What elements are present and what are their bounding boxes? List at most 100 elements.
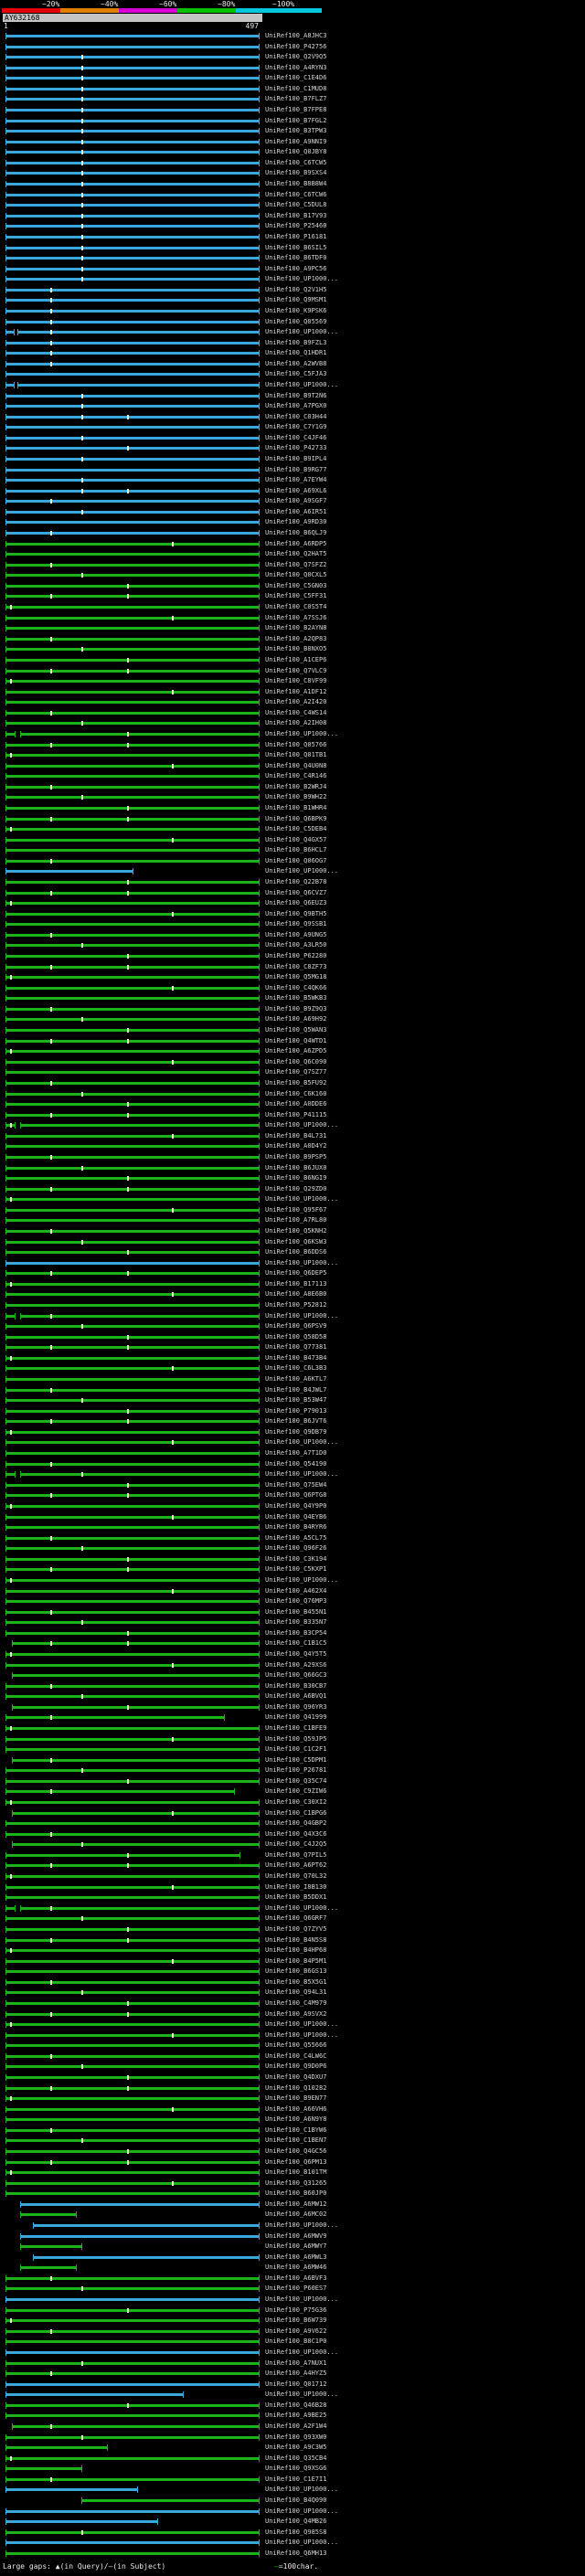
hit-bar[interactable] bbox=[5, 1134, 259, 1138]
hit-row[interactable]: UniRef100_A2WVB8 bbox=[0, 359, 585, 369]
hit-row[interactable]: UniRef100_C9ZIW6 bbox=[0, 1786, 585, 1797]
hit-bar[interactable] bbox=[12, 1674, 259, 1678]
hit-bar[interactable] bbox=[5, 1388, 259, 1392]
hit-label[interactable]: UniRef100_A9UNG5 bbox=[265, 931, 326, 939]
hit-bar[interactable] bbox=[5, 732, 16, 736]
hit-row[interactable]: UniRef100_A9V622 bbox=[0, 2327, 585, 2337]
hit-bar[interactable] bbox=[17, 383, 259, 387]
hit-label[interactable]: UniRef100_Q6KSW3 bbox=[265, 1238, 326, 1246]
hit-label[interactable]: UniRef100_UP1000... bbox=[265, 2486, 338, 2494]
hit-bar[interactable] bbox=[5, 796, 259, 800]
hit-label[interactable]: UniRef100_B7FPE8 bbox=[265, 106, 326, 114]
hit-label[interactable]: UniRef100_C5KXP1 bbox=[265, 1565, 326, 1574]
hit-label[interactable]: UniRef100_B4Q090 bbox=[265, 2496, 326, 2505]
hit-row[interactable]: UniRef100_B9IPL4 bbox=[0, 454, 585, 464]
hit-row[interactable]: UniRef100_B6QLJ9 bbox=[0, 528, 585, 538]
hit-bar[interactable] bbox=[5, 119, 259, 122]
hit-label[interactable]: UniRef100_B17V93 bbox=[265, 212, 326, 220]
hit-label[interactable]: UniRef100_Q7VLC9 bbox=[265, 667, 326, 675]
hit-bar[interactable] bbox=[5, 2097, 259, 2101]
hit-row[interactable]: UniRef100_K9PSK6 bbox=[0, 306, 585, 316]
hit-row[interactable]: UniRef100_C4WS14 bbox=[0, 708, 585, 718]
hit-label[interactable]: UniRef100_A6MWY7 bbox=[265, 2242, 326, 2251]
hit-row[interactable]: UniRef100_UP1000... bbox=[0, 2538, 585, 2548]
hit-row[interactable]: UniRef100_A69XL6 bbox=[0, 486, 585, 496]
hit-bar[interactable] bbox=[5, 87, 259, 90]
hit-label[interactable]: UniRef100_A2QP83 bbox=[265, 635, 326, 643]
hit-label[interactable]: UniRef100_C4LW6C bbox=[265, 2052, 326, 2061]
hit-bar[interactable] bbox=[5, 711, 259, 715]
hit-bar[interactable] bbox=[5, 500, 259, 504]
hit-row[interactable]: UniRef100_Q10282 bbox=[0, 2083, 585, 2094]
hit-label[interactable]: UniRef100_B6SIL5 bbox=[265, 244, 326, 252]
hit-row[interactable]: UniRef100_C7Y1G9 bbox=[0, 422, 585, 432]
hit-row[interactable]: UniRef100_Q2V9Q5 bbox=[0, 52, 585, 62]
hit-bar[interactable] bbox=[5, 2044, 259, 2048]
hit-bar[interactable] bbox=[5, 447, 259, 451]
hit-label[interactable]: UniRef100_A29XS6 bbox=[265, 1661, 326, 1670]
hit-label[interactable]: UniRef100_UP1000... bbox=[265, 2348, 338, 2357]
hit-label[interactable]: UniRef100_C8VF99 bbox=[265, 677, 326, 685]
hit-bar[interactable] bbox=[5, 2118, 259, 2122]
hit-bar[interactable] bbox=[5, 1452, 259, 1456]
hit-label[interactable]: UniRef100_A4HYZ5 bbox=[265, 2369, 326, 2378]
hit-label[interactable]: UniRef100_A0DDE6 bbox=[265, 1100, 326, 1108]
hit-bar[interactable] bbox=[5, 1356, 259, 1360]
hit-bar[interactable] bbox=[81, 2498, 259, 2502]
hit-label[interactable]: UniRef100_Q58D58 bbox=[265, 1333, 326, 1341]
hit-label[interactable]: UniRef100_Q4GC56 bbox=[265, 2147, 326, 2156]
hit-bar[interactable] bbox=[33, 2224, 259, 2228]
hit-row[interactable]: UniRef100_C6TCW5 bbox=[0, 158, 585, 168]
hit-row[interactable]: UniRef100_B17V93 bbox=[0, 211, 585, 221]
hit-label[interactable]: UniRef100_A2WVB8 bbox=[265, 360, 326, 368]
hit-row[interactable]: UniRef100_Q6EUZ3 bbox=[0, 898, 585, 908]
hit-bar[interactable] bbox=[5, 2350, 259, 2354]
hit-label[interactable]: UniRef100_A5CL75 bbox=[265, 1534, 326, 1542]
hit-label[interactable]: UniRef100_Q6MH13 bbox=[265, 2549, 326, 2558]
hit-bar[interactable] bbox=[5, 1716, 225, 1720]
hit-row[interactable]: UniRef100_C5DUL8 bbox=[0, 200, 585, 210]
hit-row[interactable]: UniRef100_A6MW46 bbox=[0, 2263, 585, 2273]
hit-label[interactable]: UniRef100_A1DF12 bbox=[265, 688, 326, 696]
hit-row[interactable]: UniRef100_Q5MG18 bbox=[0, 972, 585, 982]
hit-label[interactable]: UniRef100_A9C3W5 bbox=[265, 2443, 326, 2452]
hit-bar[interactable] bbox=[5, 1853, 240, 1857]
hit-label[interactable]: UniRef100_B9IPL4 bbox=[265, 455, 326, 463]
hit-row[interactable]: UniRef100_B7FPE8 bbox=[0, 105, 585, 115]
hit-row[interactable]: UniRef100_A4HYZ5 bbox=[0, 2369, 585, 2379]
hit-row[interactable]: UniRef100_Q9BTH5 bbox=[0, 909, 585, 919]
hit-bar[interactable] bbox=[5, 1314, 16, 1318]
hit-label[interactable]: UniRef100_B2AYN8 bbox=[265, 624, 326, 632]
hit-bar[interactable] bbox=[5, 1737, 259, 1741]
hit-bar[interactable] bbox=[5, 923, 259, 927]
hit-bar[interactable] bbox=[5, 1113, 259, 1117]
hit-label[interactable]: UniRef100_Q0JBY8 bbox=[265, 148, 326, 156]
hit-row[interactable]: UniRef100_A0D4Y2 bbox=[0, 1141, 585, 1151]
hit-label[interactable]: UniRef100_A1CEP6 bbox=[265, 656, 326, 664]
hit-label[interactable]: UniRef100_Q6C090 bbox=[265, 1058, 326, 1066]
hit-bar[interactable] bbox=[5, 183, 259, 186]
hit-row[interactable]: UniRef100_B5DDX1 bbox=[0, 1892, 585, 1903]
hit-bar[interactable] bbox=[5, 1219, 259, 1223]
hit-row[interactable]: UniRef100_Q0CXL5 bbox=[0, 570, 585, 580]
hit-label[interactable]: UniRef100_C7Y1G9 bbox=[265, 423, 326, 431]
hit-label[interactable]: UniRef100_Q4U0N8 bbox=[265, 762, 326, 770]
hit-label[interactable]: UniRef100_B8C1P0 bbox=[265, 2337, 326, 2346]
hit-label[interactable]: UniRef100_B7FGL2 bbox=[265, 117, 326, 125]
hit-label[interactable]: UniRef100_Q05766 bbox=[265, 741, 326, 749]
hit-row[interactable]: UniRef100_B7FGL2 bbox=[0, 116, 585, 126]
hit-row[interactable]: UniRef100_UP1000... bbox=[0, 1903, 585, 1913]
hit-row[interactable]: UniRef100_C0S5T4 bbox=[0, 602, 585, 612]
hit-bar[interactable] bbox=[5, 2181, 259, 2185]
hit-bar[interactable] bbox=[5, 66, 259, 69]
hit-row[interactable]: UniRef100_UP1000... bbox=[0, 2295, 585, 2305]
hit-row[interactable]: UniRef100_P26781 bbox=[0, 1765, 585, 1776]
hit-row[interactable]: UniRef100_A7NUX1 bbox=[0, 2359, 585, 2369]
hit-row[interactable]: UniRef100_Q7SZ77 bbox=[0, 1067, 585, 1077]
hit-bar[interactable] bbox=[12, 1843, 259, 1847]
hit-bar[interactable] bbox=[5, 1441, 259, 1445]
hit-row[interactable]: UniRef100_A6PT62 bbox=[0, 1860, 585, 1871]
hit-label[interactable]: UniRef100_UP1000... bbox=[265, 1438, 338, 1447]
hit-row[interactable]: UniRef100_UP1000... bbox=[0, 1194, 585, 1204]
hit-row[interactable]: UniRef100_UP1000... bbox=[0, 1258, 585, 1268]
